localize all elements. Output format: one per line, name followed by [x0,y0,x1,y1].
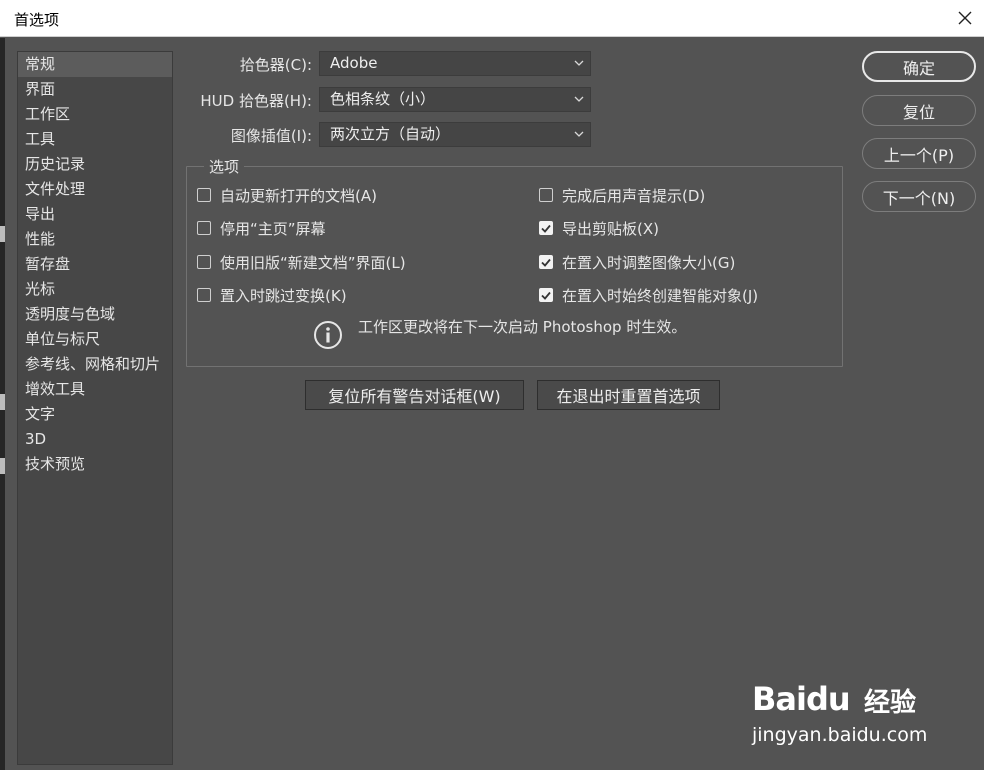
sidebar-item-history[interactable]: 历史记录 [18,152,172,177]
chevron-down-icon [574,96,584,102]
close-button[interactable] [950,3,980,33]
checkbox-label: 使用旧版“新建文档”界面(L) [220,253,406,272]
checkbox-box [539,221,553,235]
checkmark-icon [541,224,551,233]
restart-notice: 工作区更改将在下一次启动 Photoshop 时生效。 [358,318,687,336]
disable-home-screen-checkbox[interactable]: 停用“主页”屏幕 [197,218,326,238]
sidebar-item-export[interactable]: 导出 [18,202,172,227]
next-button[interactable]: 下一个(N) [862,181,976,212]
sidebar-item-guides-grid-slices[interactable]: 参考线、网格和切片 [18,352,172,377]
baidu-watermark: Baidu 经验 jingyan.baidu.com [752,664,932,764]
title-bar: 首选项 [0,0,984,37]
sidebar-item-file-handling[interactable]: 文件处理 [18,177,172,202]
color-picker-value: Adobe [330,54,378,72]
legacy-new-document-checkbox[interactable]: 使用旧版“新建文档”界面(L) [197,252,406,272]
sidebar-item-interface[interactable]: 界面 [18,77,172,102]
checkbox-label: 导出剪贴板(X) [562,219,659,238]
window-title: 首选项 [14,11,60,29]
options-legend: 选项 [204,156,245,177]
always-create-smart-objects-checkbox[interactable]: 在置入时始终创建智能对象(J) [539,285,758,305]
hud-color-picker-select[interactable]: 色相条纹（小） [319,87,591,112]
sidebar-item-cursors[interactable]: 光标 [18,277,172,302]
image-interpolation-label: 图像插值(I): [230,127,312,145]
background-window-edge [0,38,5,770]
chevron-down-icon [574,60,584,66]
reset-button[interactable]: 复位 [862,95,976,126]
ok-button[interactable]: 确定 [862,51,976,82]
checkbox-label: 自动更新打开的文档(A) [220,186,377,205]
checkbox-box [197,221,211,235]
watermark-brand: Baidu [752,680,851,718]
color-picker-label: 拾色器(C): [239,56,312,74]
chevron-down-icon [574,131,584,137]
image-interpolation-select[interactable]: 两次立方（自动） [319,122,591,147]
checkbox-box [197,288,211,302]
image-interpolation-value: 两次立方（自动） [330,125,451,143]
sidebar-item-3d[interactable]: 3D [18,427,172,452]
sidebar-item-scratch-disks[interactable]: 暂存盘 [18,252,172,277]
checkbox-label: 置入时跳过变换(K) [220,286,347,305]
export-clipboard-checkbox[interactable]: 导出剪贴板(X) [539,218,659,238]
checkbox-label: 在置入时调整图像大小(G) [562,253,736,272]
checkbox-label: 停用“主页”屏幕 [220,219,326,238]
checkbox-box [539,188,553,202]
info-icon [314,321,342,349]
checkbox-box [539,288,553,302]
watermark-url: jingyan.baidu.com [752,724,928,746]
checkbox-box [539,255,553,269]
reset-all-warning-dialogs-button[interactable]: 复位所有警告对话框(W) [305,380,524,410]
skip-transform-checkbox[interactable]: 置入时跳过变换(K) [197,285,347,305]
reset-preferences-on-quit-button[interactable]: 在退出时重置首选项 [537,380,720,410]
sidebar-item-transparency-gamut[interactable]: 透明度与色域 [18,302,172,327]
sidebar-item-units-rulers[interactable]: 单位与标尺 [18,327,172,352]
checkbox-box [197,188,211,202]
sidebar-item-performance[interactable]: 性能 [18,227,172,252]
checkmark-icon [541,258,551,267]
sidebar-item-general[interactable]: 常规 [18,52,172,77]
sidebar-item-plugins[interactable]: 增效工具 [18,377,172,402]
category-sidebar: 常规 界面 工作区 工具 历史记录 文件处理 导出 性能 暂存盘 光标 透明度与… [17,51,173,765]
watermark-cn: 经验 [864,688,917,718]
checkbox-label: 完成后用声音提示(D) [562,186,706,205]
color-picker-select[interactable]: Adobe [319,51,591,76]
sidebar-item-technology-previews[interactable]: 技术预览 [18,452,172,477]
checkbox-label: 在置入时始终创建智能对象(J) [562,286,759,305]
checkbox-box [197,255,211,269]
sidebar-item-tools[interactable]: 工具 [18,127,172,152]
hud-color-picker-value: 色相条纹（小） [330,90,436,108]
checkmark-icon [541,291,551,300]
previous-button[interactable]: 上一个(P) [862,138,976,169]
beep-when-done-checkbox[interactable]: 完成后用声音提示(D) [539,185,705,205]
hud-color-picker-label: HUD 拾色器(H): [200,92,312,110]
sidebar-item-type[interactable]: 文字 [18,402,172,427]
resize-image-during-place-checkbox[interactable]: 在置入时调整图像大小(G) [539,252,735,272]
sidebar-item-workspace[interactable]: 工作区 [18,102,172,127]
auto-update-documents-checkbox[interactable]: 自动更新打开的文档(A) [197,185,377,205]
close-icon [958,11,972,25]
